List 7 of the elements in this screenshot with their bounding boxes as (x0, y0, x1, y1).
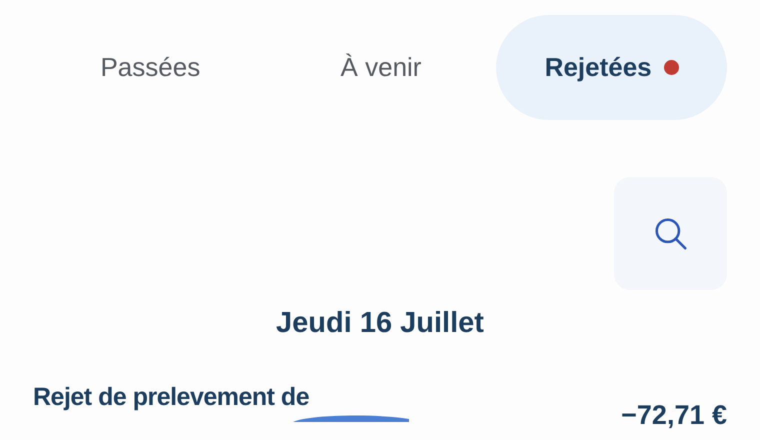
transaction-amount: −72,71 € (621, 400, 727, 430)
tab[interactable]: Passées (35, 15, 266, 120)
date-heading: Jeudi 16 Juillet (276, 306, 484, 341)
search-button[interactable] (614, 177, 727, 290)
tab[interactable]: À venir (266, 15, 496, 120)
transaction-label: Rejet de prelevement de (33, 382, 310, 412)
tab[interactable]: Rejetées (496, 15, 728, 120)
